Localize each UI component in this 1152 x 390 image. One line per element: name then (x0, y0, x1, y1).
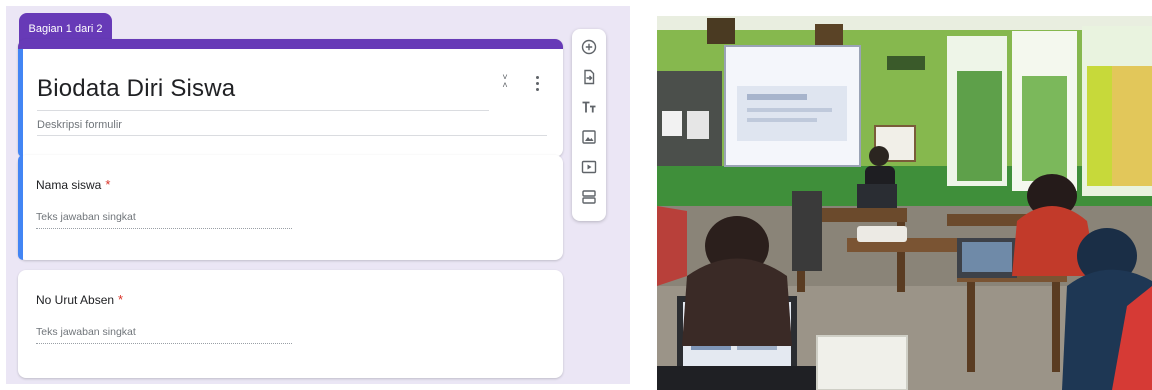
collapse-section-icon[interactable]: ˅ ˄ (498, 73, 512, 93)
more-options-icon[interactable] (530, 73, 544, 93)
question-title: Nama siswa (36, 178, 102, 192)
answer-underline (36, 228, 292, 229)
question-label: No Urut Absen * (36, 292, 123, 307)
classroom-scene-image (657, 16, 1152, 390)
focus-indicator (18, 49, 23, 157)
focus-indicator (18, 155, 23, 260)
question-card-nama-siswa[interactable]: Nama siswa * Teks jawaban singkat (18, 155, 563, 260)
form-description-field[interactable]: Deskripsi formulir (37, 119, 122, 131)
section-icon (582, 190, 596, 204)
title-text-icon (582, 101, 596, 113)
description-underline (37, 135, 547, 136)
video-icon (581, 160, 597, 174)
question-title: No Urut Absen (36, 293, 115, 307)
short-answer-placeholder: Teks jawaban singkat (36, 211, 136, 223)
form-editor-panel: Bagian 1 dari 2 Biodata Diri Siswa ˅ ˄ De… (6, 6, 630, 384)
short-answer-placeholder: Teks jawaban singkat (36, 326, 136, 338)
import-icon (584, 69, 595, 85)
required-asterisk: * (118, 292, 124, 307)
form-title-card[interactable]: Biodata Diri Siswa ˅ ˄ Deskripsi formulir (18, 39, 563, 157)
answer-underline (36, 343, 292, 344)
form-title[interactable]: Biodata Diri Siswa (37, 75, 235, 103)
add-question-button[interactable] (578, 36, 600, 58)
image-icon (582, 130, 596, 144)
add-video-button[interactable] (578, 156, 600, 178)
add-image-button[interactable] (578, 126, 600, 148)
question-label: Nama siswa * (36, 177, 110, 192)
floating-toolbar (572, 29, 606, 221)
required-asterisk: * (105, 177, 111, 192)
add-circle-icon (581, 39, 597, 55)
import-questions-button[interactable] (578, 66, 600, 88)
add-title-button[interactable] (578, 96, 600, 118)
question-card-no-urut-absen[interactable]: No Urut Absen * Teks jawaban singkat (18, 270, 563, 378)
add-section-button[interactable] (578, 186, 600, 208)
classroom-photo (657, 16, 1152, 390)
title-underline (37, 110, 489, 111)
